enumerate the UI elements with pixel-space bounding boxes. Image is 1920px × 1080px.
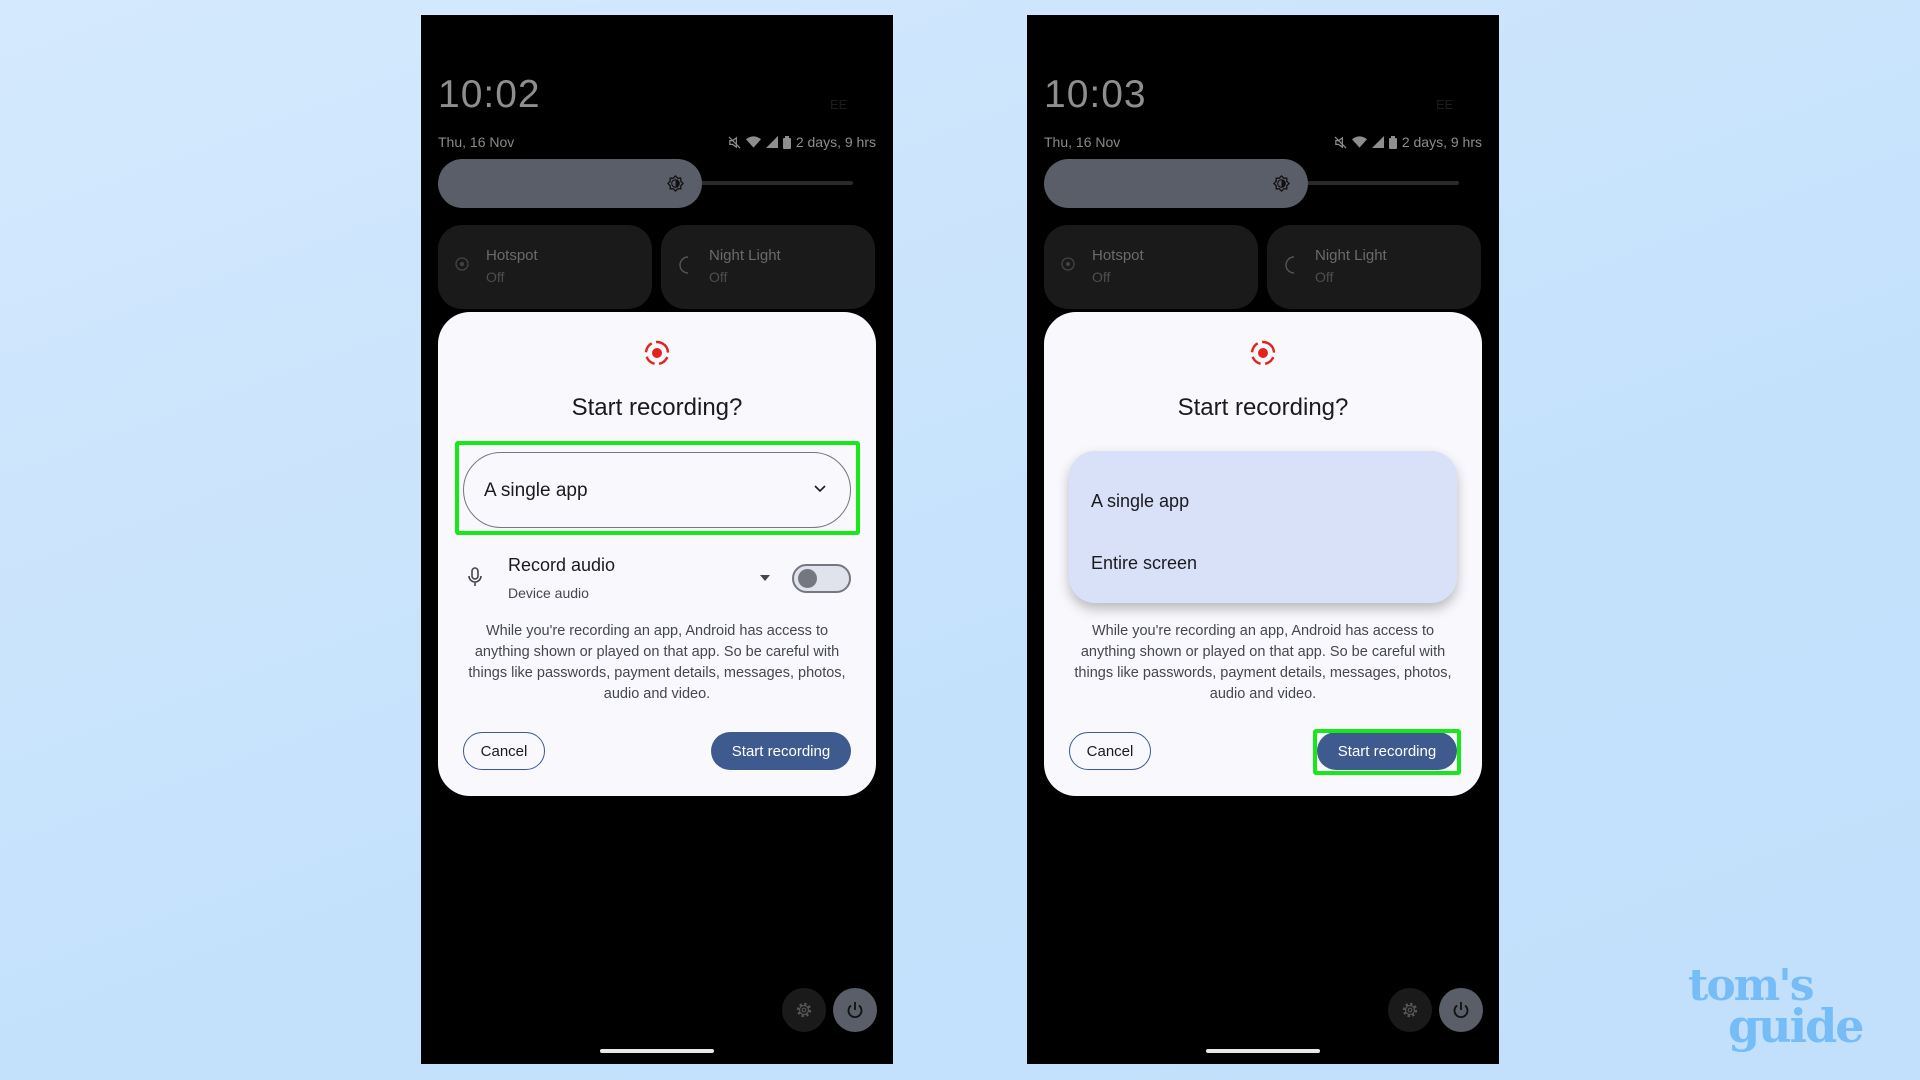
capture-mode-menu: A single app Entire screen	[1069, 451, 1457, 603]
start-recording-button[interactable]: Start recording	[711, 732, 851, 770]
mute-icon	[1334, 136, 1347, 148]
tile-state: Off	[709, 269, 728, 285]
brightness-slider[interactable]	[1044, 159, 1308, 208]
home-indicator[interactable]	[1206, 1049, 1320, 1053]
settings-button[interactable]	[782, 988, 826, 1032]
settings-button[interactable]	[1388, 988, 1432, 1032]
power-icon	[847, 1002, 863, 1019]
dialog-title: Start recording?	[571, 394, 743, 421]
date: Thu, 16 Nov	[1044, 134, 1121, 150]
tile-state: Off	[1315, 269, 1334, 285]
gear-icon	[796, 1002, 812, 1018]
battery-icon	[1388, 135, 1397, 149]
brightness-slider[interactable]	[438, 159, 702, 208]
record-audio-label: Record audio	[508, 555, 616, 575]
moon-icon	[1285, 256, 1295, 274]
phone-screen-1: 10:02 Thu, 16 Nov EE 2 days, 9 hrs Hotsp…	[421, 15, 893, 1064]
moon-icon	[679, 256, 689, 274]
phone-screen-2: 10:03 Thu, 16 Nov EE 2 days, 9 hrs Hotsp…	[1027, 15, 1499, 1064]
chevron-down-icon	[814, 485, 826, 493]
wifi-icon	[1351, 136, 1367, 148]
record-audio-toggle[interactable]	[792, 564, 851, 593]
tile-state: Off	[486, 269, 505, 285]
toggle-knob	[798, 569, 817, 588]
capture-mode-dropdown[interactable]: A single app	[463, 452, 851, 528]
status-bar: 2 days, 9 hrs	[1334, 134, 1482, 150]
brightness-icon	[1273, 175, 1290, 192]
start-recording-dialog: Start recording? A single app Record aud…	[438, 312, 876, 796]
hotspot-icon	[1061, 257, 1075, 271]
toms-guide-logo: tom's guide	[1688, 964, 1865, 1053]
signal-icon	[765, 136, 778, 148]
tile-hotspot[interactable]: Hotspot Off	[438, 225, 652, 309]
privacy-warning-text: While you're recording an app, Android h…	[468, 623, 846, 702]
carrier-label: EE	[830, 97, 848, 112]
home-indicator[interactable]	[600, 1049, 714, 1053]
battery-icon	[782, 135, 791, 149]
mute-icon	[728, 136, 741, 148]
dropdown-value: A single app	[484, 480, 588, 501]
tile-label: Night Light	[709, 247, 781, 264]
clock: 10:03	[1044, 73, 1147, 116]
power-button[interactable]	[833, 988, 877, 1032]
menu-item-entire-screen[interactable]: Entire screen	[1091, 553, 1197, 574]
tile-state: Off	[1092, 269, 1111, 285]
battery-text: 2 days, 9 hrs	[1401, 134, 1482, 150]
tile-night-light[interactable]: Night Light Off	[1267, 225, 1481, 309]
tile-hotspot[interactable]: Hotspot Off	[1044, 225, 1258, 309]
brightness-icon	[667, 175, 684, 192]
audio-source-label: Device audio	[508, 585, 589, 601]
signal-icon	[1371, 136, 1384, 148]
power-button[interactable]	[1439, 988, 1483, 1032]
menu-item-single-app[interactable]: A single app	[1091, 491, 1189, 512]
tile-label: Hotspot	[486, 247, 538, 264]
screen-record-icon	[1250, 340, 1276, 366]
dialog-title: Start recording?	[1177, 394, 1349, 421]
audio-source-dropdown-arrow-icon[interactable]	[760, 575, 770, 581]
privacy-warning-text: While you're recording an app, Android h…	[1074, 623, 1452, 702]
status-bar: 2 days, 9 hrs	[728, 134, 876, 150]
highlight-box	[1313, 729, 1461, 775]
cancel-button[interactable]: Cancel	[463, 732, 545, 770]
tile-label: Hotspot	[1092, 247, 1144, 264]
start-recording-dialog: Start recording? While you're recording …	[1044, 312, 1482, 796]
date: Thu, 16 Nov	[438, 134, 515, 150]
tile-label: Night Light	[1315, 247, 1387, 264]
gear-icon	[1402, 1002, 1418, 1018]
hotspot-icon	[455, 257, 469, 271]
power-icon	[1453, 1002, 1469, 1019]
screen-record-icon	[644, 340, 670, 366]
cancel-button[interactable]: Cancel	[1069, 732, 1151, 770]
clock: 10:02	[438, 73, 541, 116]
wifi-icon	[745, 136, 761, 148]
carrier-label: EE	[1436, 97, 1454, 112]
battery-text: 2 days, 9 hrs	[795, 134, 876, 150]
logo-line-2: guide	[1728, 999, 1865, 1053]
tile-night-light[interactable]: Night Light Off	[661, 225, 875, 309]
microphone-icon	[468, 567, 482, 586]
